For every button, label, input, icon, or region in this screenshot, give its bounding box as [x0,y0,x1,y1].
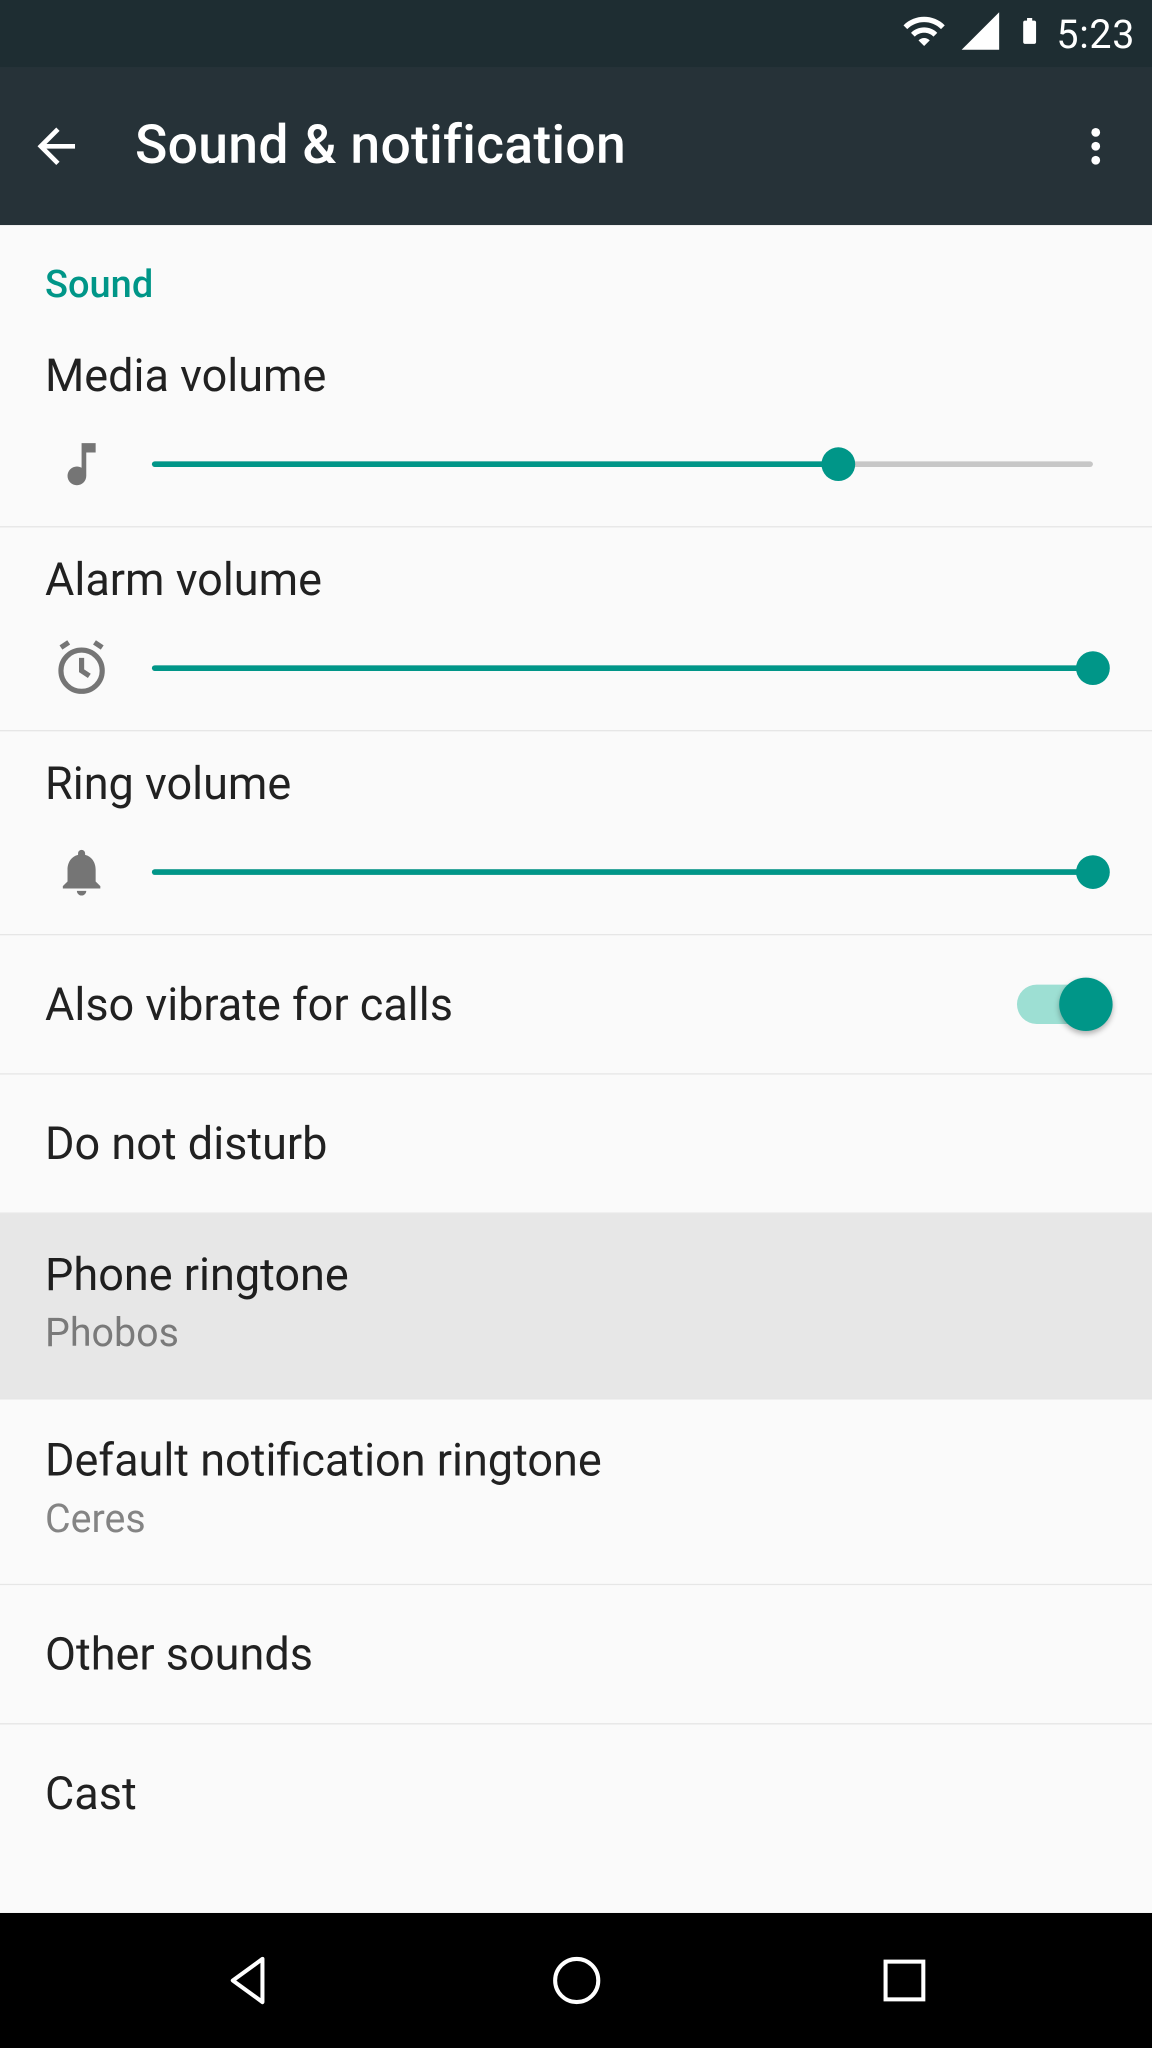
other-sounds-row[interactable]: Other sounds [0,1585,1152,1724]
nav-back-button[interactable] [206,1938,290,2022]
back-button[interactable] [23,113,91,181]
status-time: 5:23 [1056,11,1135,57]
notification-ringtone-row[interactable]: Default notification ringtone Ceres [0,1400,1152,1586]
ring-volume-row: Ring volume [0,731,1152,935]
notification-ringtone-label: Default notification ringtone [45,1433,1107,1486]
alarm-volume-row: Alarm volume [0,527,1152,731]
ringtone-value: Phobos [45,1310,1107,1356]
signal-icon [958,8,1003,59]
alarm-clock-icon [51,637,113,699]
dnd-label: Do not disturb [45,1117,327,1170]
wifi-icon [902,8,947,59]
status-bar: 5:23 [0,0,1152,68]
media-volume-label: Media volume [45,349,1107,402]
nav-recent-button[interactable] [862,1938,946,2022]
ring-volume-label: Ring volume [45,757,1107,810]
vibrate-switch[interactable] [1017,980,1107,1028]
alarm-volume-label: Alarm volume [45,553,1107,606]
vibrate-label: Also vibrate for calls [45,978,453,1031]
bell-icon [51,841,113,903]
phone-ringtone-row[interactable]: Phone ringtone Phobos [0,1214,1152,1400]
page-title: Sound & notification [135,115,1062,177]
vibrate-for-calls-row[interactable]: Also vibrate for calls [0,935,1152,1074]
cast-label: Cast [45,1767,137,1820]
ring-volume-slider[interactable] [152,855,1093,889]
do-not-disturb-row[interactable]: Do not disturb [0,1075,1152,1214]
notification-ringtone-value: Ceres [45,1495,1107,1541]
alarm-volume-slider[interactable] [152,651,1093,685]
media-volume-slider[interactable] [152,447,1093,481]
media-volume-row: Media volume [0,324,1152,528]
section-header-sound: Sound [0,225,1152,323]
ringtone-label: Phone ringtone [45,1248,1107,1301]
navigation-bar [0,1913,1152,2048]
app-bar: Sound & notification [0,68,1152,226]
music-note-icon [51,433,113,495]
overflow-menu-button[interactable] [1062,113,1130,181]
cast-row[interactable]: Cast [0,1724,1152,1904]
nav-home-button[interactable] [534,1938,618,2022]
other-sounds-label: Other sounds [45,1627,313,1680]
battery-icon [1014,10,1045,58]
